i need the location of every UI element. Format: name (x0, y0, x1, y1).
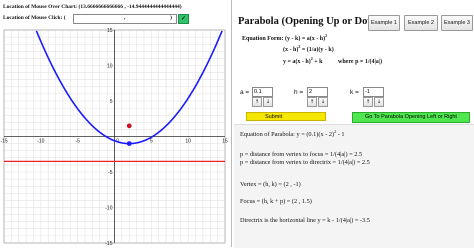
equation-form-line3: y = a(x - h)2 + k where p = 1/(4|a|) (283, 56, 382, 65)
param-a-label: a = (240, 89, 250, 96)
y-tick-label: -5 (108, 170, 113, 176)
example-3-button[interactable]: Example 3 (441, 15, 473, 31)
equation-form-line2: (x - h)2 = (1/a)(y - k) (283, 44, 334, 53)
param-h-down-button[interactable]: ↓ (318, 97, 328, 107)
param-k-down-button[interactable]: ↓ (374, 97, 384, 107)
equation-form-line1: Equation Form: (y - k) = a(x - h)2 (242, 33, 327, 42)
result-equation-sup: 2 (334, 129, 337, 134)
example-2-button[interactable]: Example 2 (404, 15, 438, 31)
mouse-click-comma: , (124, 15, 126, 21)
example-1-button[interactable]: Example 1 (368, 15, 400, 31)
x-tick-label: -5 (75, 139, 80, 145)
result-p-focus: p = distance from vertex to focus = 1/(4… (240, 151, 363, 158)
param-k-label: k = (350, 89, 359, 96)
equation-form-eq3: y = a(x - h) (283, 59, 311, 65)
param-k-up-button[interactable]: ↑ (363, 97, 373, 107)
results-panel: Equation of Parabola: y = (0.1)(x - 2)2 … (234, 124, 474, 248)
control-panel: Parabola (Opening Up or Down) Example 1 … (232, 0, 474, 248)
x-tick-label: 15 (222, 139, 228, 145)
mouse-click-field[interactable]: , ) (73, 14, 177, 24)
graph-panel: Location of Mouse Over Chart: (13.666666… (0, 0, 232, 247)
equation-form-eq3b: + k (314, 59, 323, 65)
result-p-directrix: p = distance from vertex to directrix = … (240, 159, 370, 166)
param-h-label: h = (294, 89, 304, 96)
mouse-click-check-button[interactable]: ✓ (178, 14, 189, 24)
equation-form-eq2b: = (1/a)(y - k) (301, 47, 334, 53)
param-a-up-button[interactable]: ↑ (252, 97, 262, 107)
y-tick-label: -10 (105, 205, 112, 211)
y-tick-label: 15 (107, 28, 113, 34)
y-tick-label: 10 (107, 63, 113, 69)
param-h-up-button[interactable]: ↑ (307, 97, 317, 107)
submit-button[interactable]: Submit (246, 112, 326, 121)
param-h-input[interactable]: 2 (307, 87, 328, 97)
equation-form-eq1: (y - k) = a(x - h) (285, 36, 326, 42)
mouse-click-close: ) (170, 15, 172, 21)
go-to-left-right-button[interactable]: Go To Parabola Opening Left or Right (352, 112, 470, 123)
equation-form-sup3: 2 (310, 56, 313, 61)
y-tick-label: 5 (110, 99, 113, 105)
x-tick-label: -15 (0, 139, 7, 145)
mouse-over-value: (13.6666666666666 , -14.9444444444444444… (78, 4, 182, 10)
page-title: Parabola (Opening Up or Down) (238, 16, 385, 27)
result-directrix: Directrix is the horizontal line y = k -… (240, 217, 370, 224)
equation-form-label: Equation Form: (242, 36, 284, 42)
equation-form-eq3c: where p = 1/(4|a|) (338, 59, 383, 65)
focus-point (126, 123, 132, 129)
y-tick-label: -15 (105, 241, 112, 247)
mouse-over-readout: Location of Mouse Over Chart: (13.666666… (3, 4, 230, 13)
equation-form-eq2: (x - h) (283, 47, 299, 53)
x-tick-label: 10 (185, 139, 191, 145)
mouse-click-label: Location of Mouse Click: ( (3, 15, 66, 21)
param-k-input[interactable]: -1 (363, 87, 384, 97)
x-tick-label: -10 (37, 139, 44, 145)
result-equation-text: Equation of Parabola: y = (0.1)(x - 2) (240, 131, 335, 139)
equation-form-sup1: 2 (325, 33, 328, 38)
param-a-input[interactable]: 0.1 (252, 87, 273, 97)
mouse-over-label: Location of Mouse Over Chart: (3, 4, 78, 10)
result-equation-tail: - 1 (337, 131, 345, 139)
result-equation: Equation of Parabola: y = (0.1)(x - 2)2 … (240, 129, 345, 138)
x-tick-label: 5 (150, 139, 153, 145)
result-vertex: Vertex = (h, k) = (2 , -1) (240, 181, 301, 188)
vertex-point (126, 141, 132, 146)
parabola-chart[interactable]: -15 -10 -5 0 5 10 1515105-5-10-15 (0, 26, 231, 247)
mouse-click-readout: Location of Mouse Click: ( , ) ✓ (3, 13, 230, 24)
equation-form-sup2: 2 (298, 44, 301, 49)
param-a-down-button[interactable]: ↓ (263, 97, 273, 107)
result-focus: Focus = (h, k + p) = (2 , 1.5) (240, 198, 312, 205)
